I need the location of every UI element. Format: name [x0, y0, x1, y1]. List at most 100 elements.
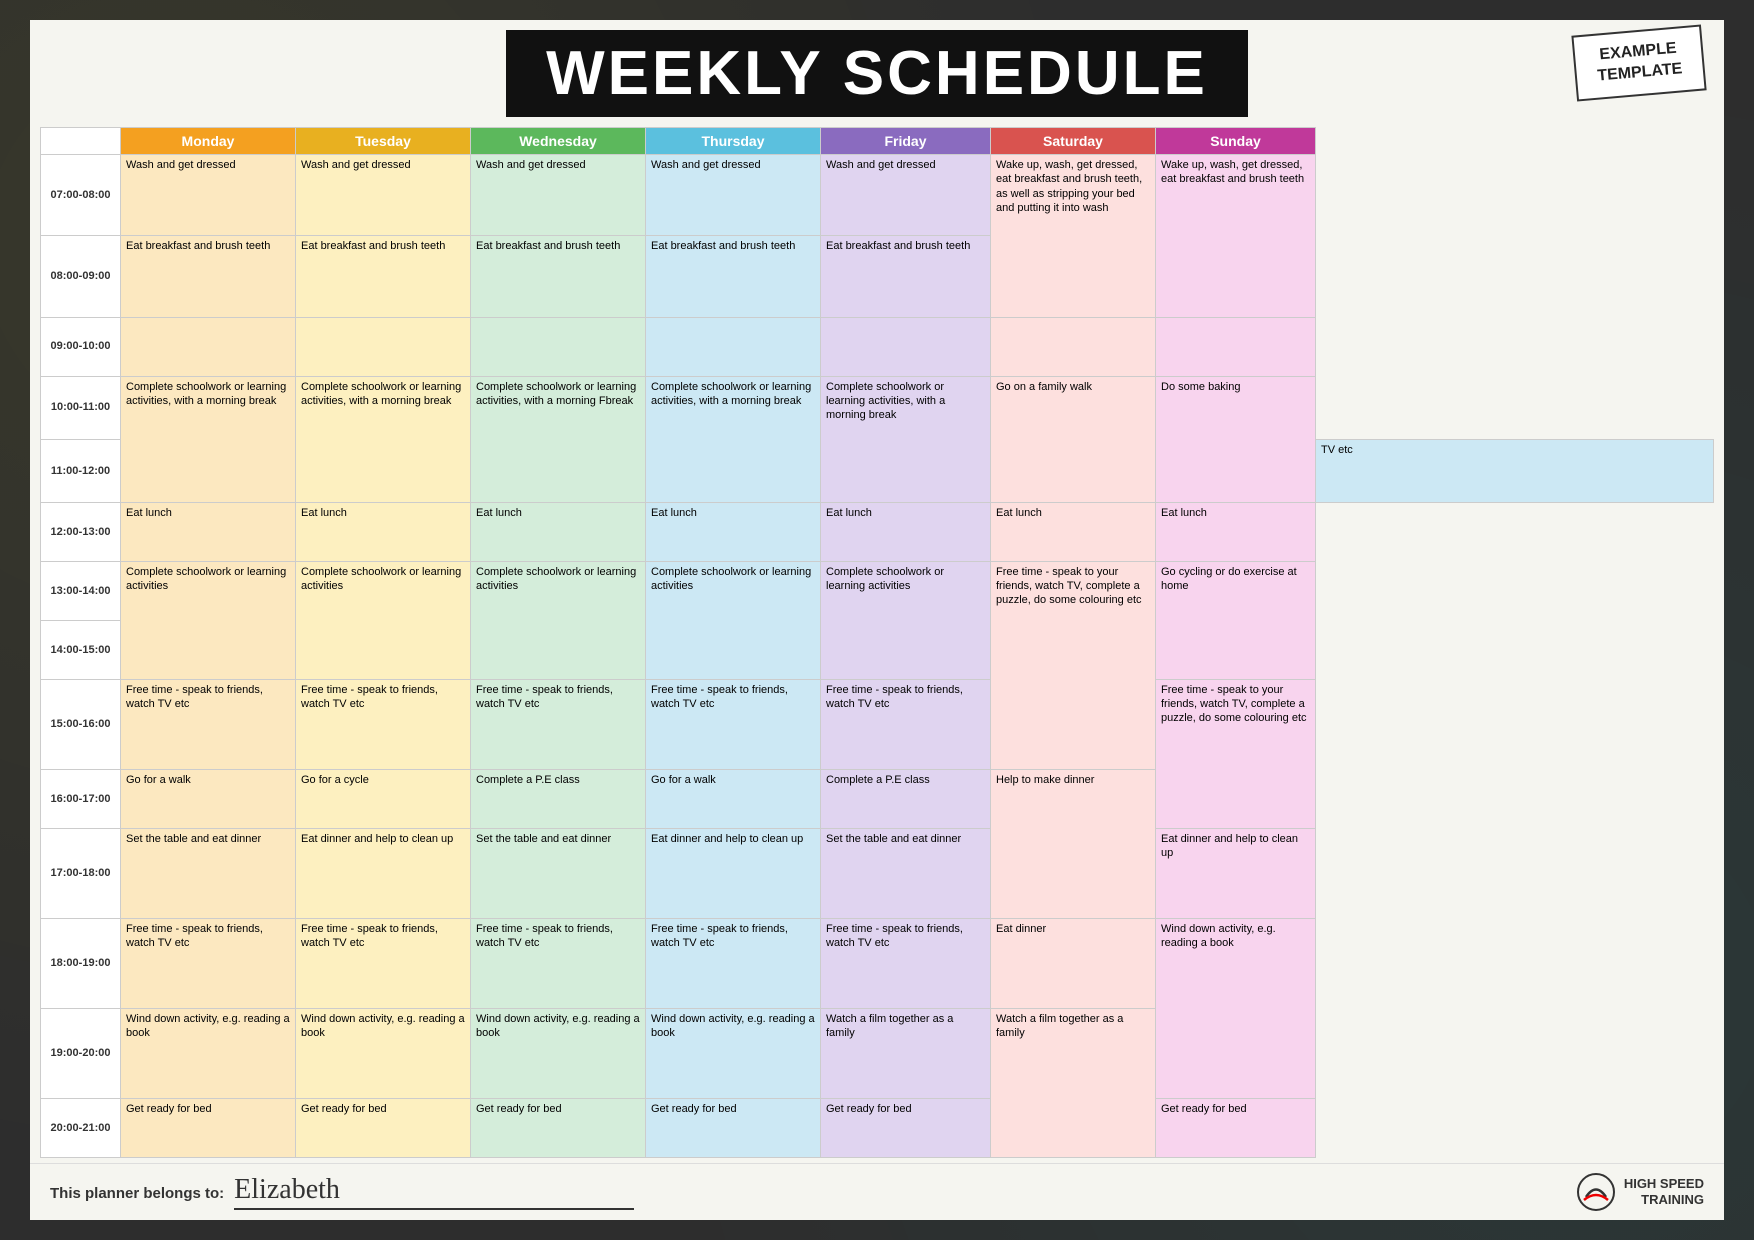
cell-tuesday: Go for a cycle — [296, 769, 471, 828]
cell-friday: Free time - speak to friends, watch TV e… — [821, 679, 991, 769]
time-cell: 17:00-18:00 — [41, 828, 121, 918]
cell-monday: Free time - speak to friends, watch TV e… — [121, 679, 296, 769]
example-template-box: EXAMPLETEMPLATE — [1571, 24, 1706, 101]
header-sunday: Sunday — [1156, 128, 1316, 155]
cell-monday: Complete schoolwork or learning activiti… — [121, 561, 296, 679]
example-template-text: EXAMPLETEMPLATE — [1590, 38, 1687, 88]
cell-monday: Eat breakfast and brush teeth — [121, 236, 296, 317]
cell-monday: Wash and get dressed — [121, 155, 296, 236]
time-cell: 13:00-14:00 — [41, 561, 121, 620]
header-monday: Monday — [121, 128, 296, 155]
table-row: 15:00-16:00Free time - speak to friends,… — [41, 679, 1714, 769]
cell-thursday: Get ready for bed — [646, 1098, 821, 1157]
logo-text: HIGH SPEED TRAINING — [1624, 1176, 1704, 1207]
cell-wednesday: Set the table and eat dinner — [471, 828, 646, 918]
logo-line1: HIGH SPEED — [1624, 1176, 1704, 1192]
cell-saturday: Eat dinner — [991, 918, 1156, 1008]
cell-wednesday: Complete a P.E class — [471, 769, 646, 828]
header-saturday: Saturday — [991, 128, 1156, 155]
cell-thursday: Wash and get dressed — [646, 155, 821, 236]
time-header — [41, 128, 121, 155]
header-friday: Friday — [821, 128, 991, 155]
table-row: 17:00-18:00Set the table and eat dinnerE… — [41, 828, 1714, 918]
cell-tuesday: Eat dinner and help to clean up — [296, 828, 471, 918]
time-cell: 16:00-17:00 — [41, 769, 121, 828]
cell-thursday: Free time - speak to friends, watch TV e… — [646, 679, 821, 769]
cell-sunday: Get ready for bed — [1156, 1098, 1316, 1157]
cell-wednesday: Free time - speak to friends, watch TV e… — [471, 918, 646, 1008]
table-row: 19:00-20:00Wind down activity, e.g. read… — [41, 1008, 1714, 1098]
cell-wednesday: Complete schoolwork or learning activiti… — [471, 376, 646, 502]
cell-tuesday: Eat lunch — [296, 502, 471, 561]
footer: This planner belongs to: Elizabeth HIGH … — [30, 1163, 1724, 1220]
cell-friday: Free time - speak to friends, watch TV e… — [821, 918, 991, 1008]
time-cell: 12:00-13:00 — [41, 502, 121, 561]
cell-friday: Complete a P.E class — [821, 769, 991, 828]
schedule-table: Monday Tuesday Wednesday Thursday Friday… — [40, 127, 1714, 1158]
cell-saturday: Free time - speak to your friends, watch… — [991, 561, 1156, 769]
cell-sunday: Eat dinner and help to clean up — [1156, 828, 1316, 918]
table-row: 07:00-08:00Wash and get dressedWash and … — [41, 155, 1714, 236]
time-cell: 11:00-12:00 — [41, 439, 121, 502]
cell-friday: Complete schoolwork or learning activiti… — [821, 376, 991, 502]
table-row: 10:00-11:00Complete schoolwork or learni… — [41, 376, 1714, 439]
table-row: 13:00-14:00Complete schoolwork or learni… — [41, 561, 1714, 620]
cell-tuesday: Get ready for bed — [296, 1098, 471, 1157]
cell-monday: Wind down activity, e.g. reading a book — [121, 1008, 296, 1098]
cell-friday: Complete schoolwork or learning activiti… — [821, 561, 991, 679]
footer-left: This planner belongs to: Elizabeth — [50, 1174, 634, 1210]
cell-monday: Set the table and eat dinner — [121, 828, 296, 918]
time-cell: 07:00-08:00 — [41, 155, 121, 236]
cell-thursday: Eat breakfast and brush teeth — [646, 236, 821, 317]
header-thursday: Thursday — [646, 128, 821, 155]
cell-tuesday: Free time - speak to friends, watch TV e… — [296, 918, 471, 1008]
table-row: 18:00-19:00Free time - speak to friends,… — [41, 918, 1714, 1008]
cell-monday: Go for a walk — [121, 769, 296, 828]
cell-monday: Get ready for bed — [121, 1098, 296, 1157]
cell-wednesday: Wind down activity, e.g. reading a book — [471, 1008, 646, 1098]
cell-friday — [821, 317, 991, 376]
cell-thursday: Wind down activity, e.g. reading a book — [646, 1008, 821, 1098]
time-cell: 18:00-19:00 — [41, 918, 121, 1008]
cell-tuesday: Complete schoolwork or learning activiti… — [296, 376, 471, 502]
header-wednesday: Wednesday — [471, 128, 646, 155]
time-cell: 08:00-09:00 — [41, 236, 121, 317]
time-cell: 09:00-10:00 — [41, 317, 121, 376]
time-cell: 14:00-15:00 — [41, 620, 121, 679]
header-row: Monday Tuesday Wednesday Thursday Friday… — [41, 128, 1714, 155]
cell-saturday: Eat lunch — [991, 502, 1156, 561]
table-row: 16:00-17:00Go for a walkGo for a cycleCo… — [41, 769, 1714, 828]
cell-sunday: Free time - speak to your friends, watch… — [1156, 679, 1316, 828]
cell-sunday: Do some baking — [1156, 376, 1316, 502]
cell-monday — [121, 317, 296, 376]
cell-thursday: Complete schoolwork or learning activiti… — [646, 376, 821, 502]
cell-thursday: Go for a walk — [646, 769, 821, 828]
header: WEEKLY SCHEDULE EXAMPLETEMPLATE — [30, 20, 1724, 127]
table-row: 08:00-09:00Eat breakfast and brush teeth… — [41, 236, 1714, 317]
cell-tuesday: Eat breakfast and brush teeth — [296, 236, 471, 317]
cell-wednesday: Free time - speak to friends, watch TV e… — [471, 679, 646, 769]
cell-wednesday: Eat breakfast and brush teeth — [471, 236, 646, 317]
cell-wednesday: Complete schoolwork or learning activiti… — [471, 561, 646, 679]
logo-line2: TRAINING — [1624, 1192, 1704, 1208]
cell-thursday: Eat lunch — [646, 502, 821, 561]
cell-monday: Eat lunch — [121, 502, 296, 561]
time-cell: 19:00-20:00 — [41, 1008, 121, 1098]
cell-friday: Set the table and eat dinner — [821, 828, 991, 918]
cell-wednesday: Get ready for bed — [471, 1098, 646, 1157]
logo-area: HIGH SPEED TRAINING — [1576, 1172, 1704, 1212]
cell-monday: Complete schoolwork or learning activiti… — [121, 376, 296, 502]
cell-saturday: Help to make dinner — [991, 769, 1156, 918]
cell-wednesday — [471, 317, 646, 376]
cell-monday: Free time - speak to friends, watch TV e… — [121, 918, 296, 1008]
belongs-to-name: Elizabeth — [234, 1174, 634, 1210]
table-row: 12:00-13:00Eat lunchEat lunchEat lunchEa… — [41, 502, 1714, 561]
cell-friday: Eat lunch — [821, 502, 991, 561]
cell-wednesday: Eat lunch — [471, 502, 646, 561]
cell-friday: Wash and get dressed — [821, 155, 991, 236]
time-cell: 10:00-11:00 — [41, 376, 121, 439]
time-cell: 15:00-16:00 — [41, 679, 121, 769]
cell-saturday: Watch a film together as a family — [991, 1008, 1156, 1157]
header-tuesday: Tuesday — [296, 128, 471, 155]
main-container: WEEKLY SCHEDULE EXAMPLETEMPLATE Monday — [30, 20, 1724, 1220]
